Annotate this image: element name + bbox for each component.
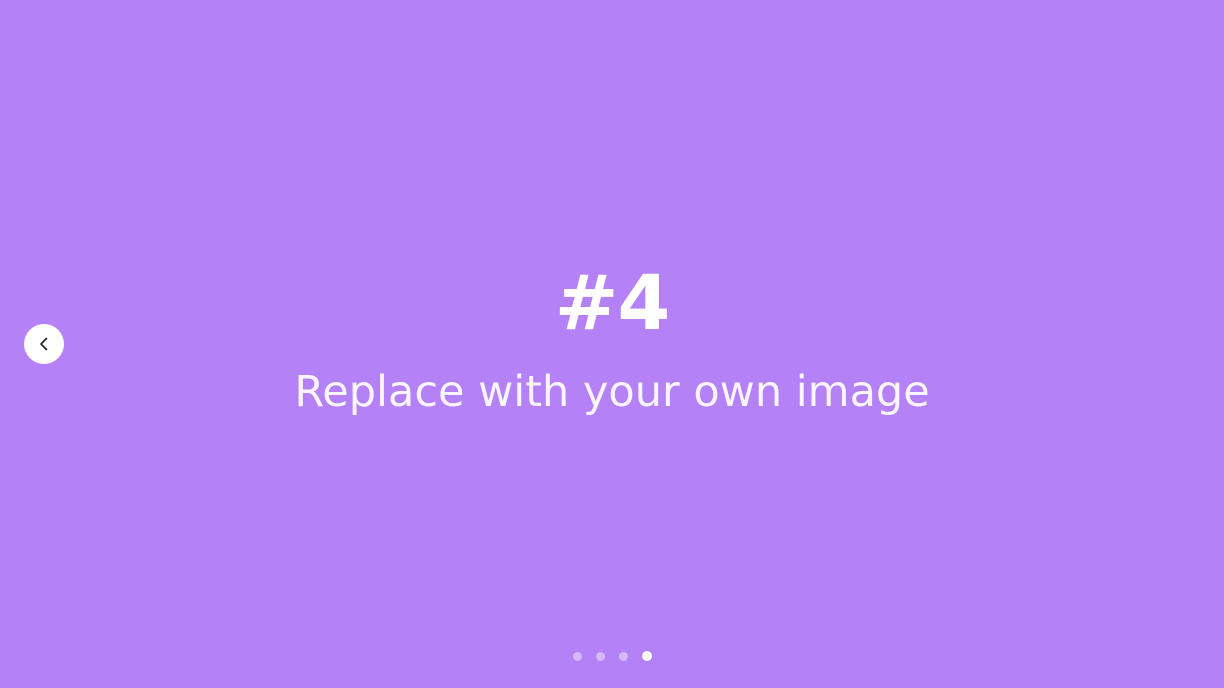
- slide-subtitle: Replace with your own image: [294, 367, 930, 417]
- pagination-dot-3[interactable]: [618, 651, 628, 661]
- chevron-left-icon: [36, 336, 52, 352]
- pagination-dot-1[interactable]: [572, 651, 582, 661]
- pagination-dot-4[interactable]: [641, 651, 652, 661]
- carousel-slide: #4 Replace with your own image: [0, 0, 1224, 688]
- slide-title: #4: [554, 258, 671, 347]
- slide-caption: #4 Replace with your own image: [0, 258, 1224, 420]
- pagination-dot-2[interactable]: [595, 651, 605, 661]
- pagination-dots: [0, 650, 1224, 662]
- previous-slide-button[interactable]: [24, 324, 64, 364]
